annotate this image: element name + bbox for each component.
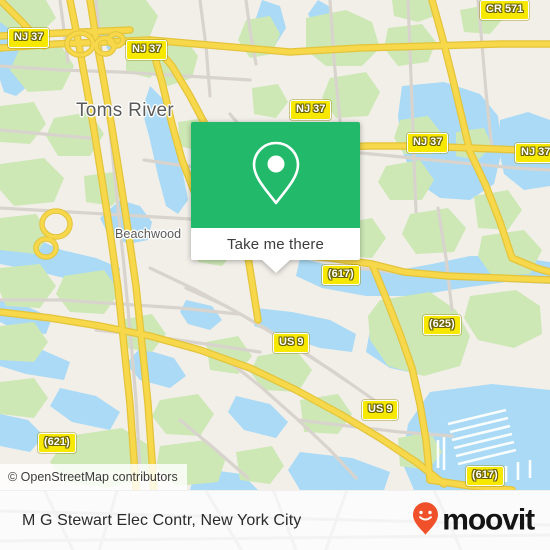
- destination-popup-card[interactable]: Take me there: [191, 122, 360, 273]
- highway-shield-nj37-e: NJ 37: [515, 143, 550, 163]
- moovit-smiley-pin-icon: [412, 501, 439, 540]
- highway-shield-617-a: (617): [322, 265, 360, 285]
- highway-shield-621: (621): [38, 433, 76, 453]
- map-pin-icon: [250, 140, 302, 211]
- highway-shield-nj37-d: NJ 37: [407, 133, 449, 153]
- highway-shield-nj37-c: NJ 37: [290, 100, 332, 120]
- osm-attribution-label: © OpenStreetMap contributors: [8, 470, 178, 484]
- moovit-brand[interactable]: moovit: [412, 501, 535, 540]
- highway-shield-us9-a: US 9: [273, 333, 310, 353]
- highway-shield-nj37-b: NJ 37: [126, 40, 168, 60]
- popup-card-footer[interactable]: Take me there: [191, 228, 360, 273]
- popup-card-header: [191, 122, 360, 228]
- highway-shield-cr571: CR 571: [480, 0, 530, 20]
- take-me-there-button[interactable]: Take me there: [227, 236, 324, 253]
- moovit-wordmark: moovit: [442, 503, 535, 537]
- page-title: M G Stewart Elec Contr, New York City: [22, 511, 302, 529]
- highway-shield-us9-b: US 9: [362, 400, 399, 420]
- highway-shield-nj37-a: NJ 37: [8, 28, 50, 48]
- popup-pointer-tail: [261, 260, 290, 273]
- map-canvas[interactable]: Toms River Beachwood NJ 37 NJ 37 CR 571 …: [0, 0, 550, 490]
- footer-bar: M G Stewart Elec Contr, New York City mo…: [0, 490, 550, 550]
- highway-shield-625: (625): [423, 315, 461, 335]
- osm-attribution[interactable]: © OpenStreetMap contributors: [0, 464, 187, 490]
- highway-shield-617-b: (617): [466, 466, 504, 486]
- map-screenshot: Toms River Beachwood NJ 37 NJ 37 CR 571 …: [0, 0, 550, 550]
